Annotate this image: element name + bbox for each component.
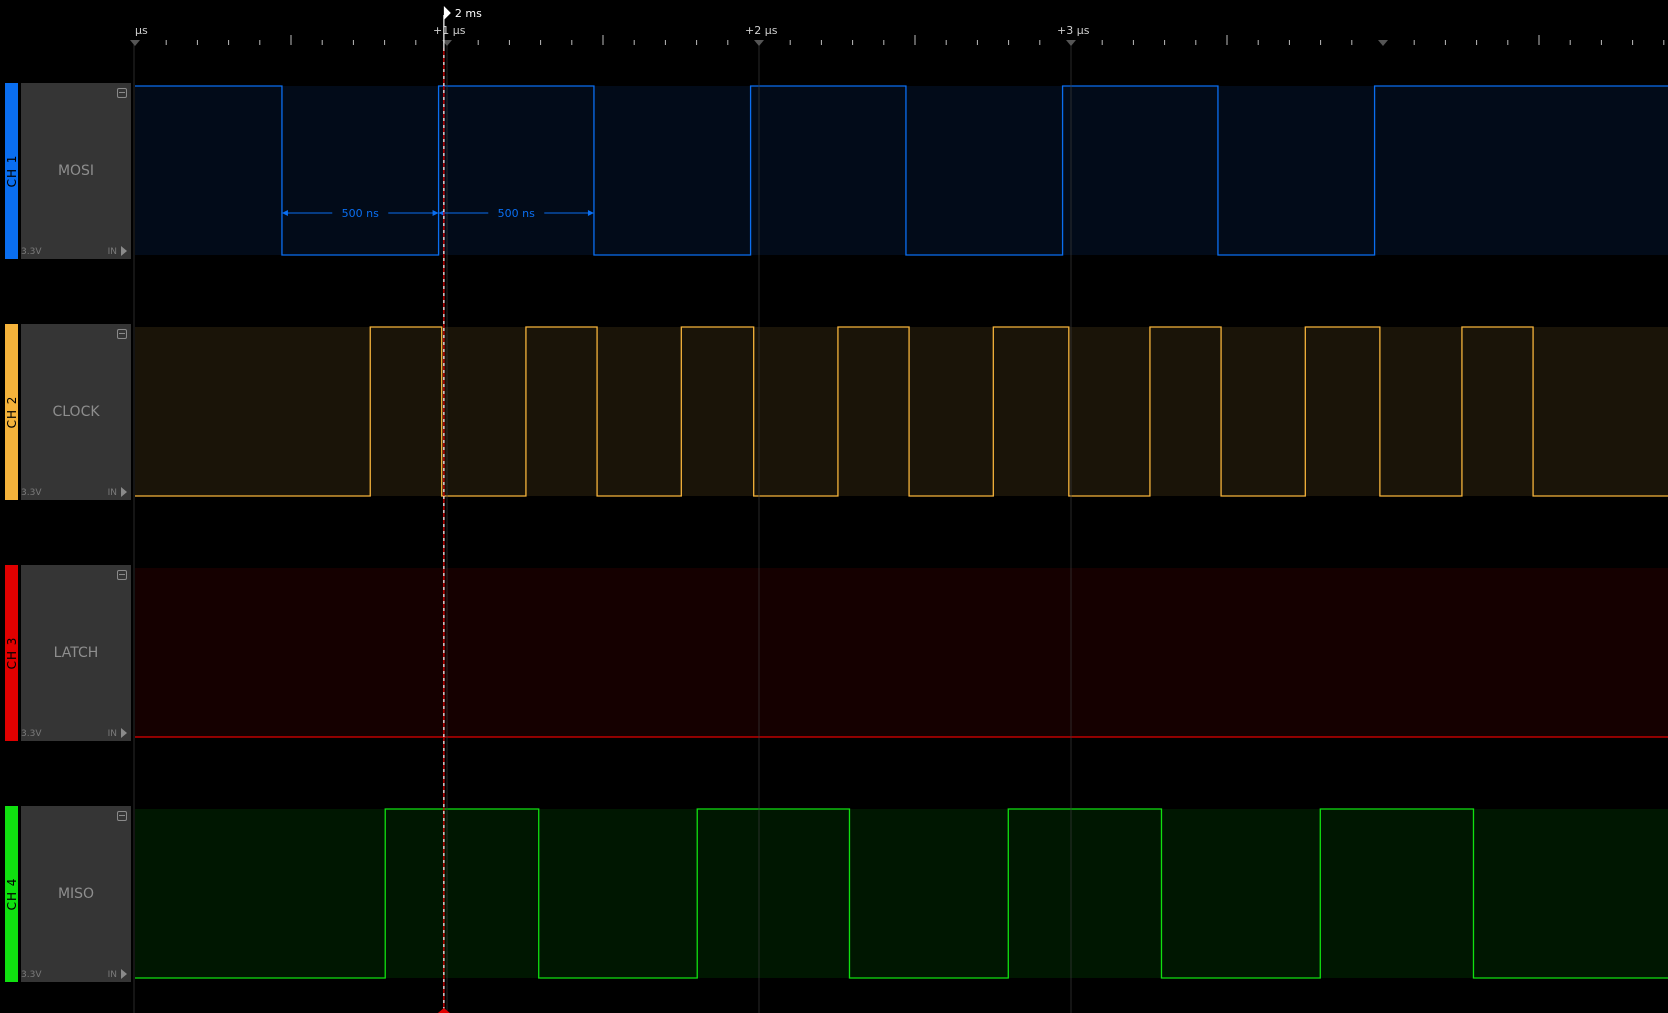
channel-2-lane[interactable] [135, 327, 1668, 496]
major-tick-marker [754, 40, 764, 46]
channel-3-lane[interactable] [135, 568, 1668, 737]
channel-4-strip[interactable]: CH 4 [4, 806, 19, 982]
play-arrow-icon[interactable] [121, 969, 127, 979]
channel-4-voltage: 3.3V [21, 970, 42, 980]
collapse-icon[interactable] [117, 570, 127, 580]
play-arrow-icon[interactable] [121, 728, 127, 738]
channel-4-direction: IN [107, 970, 117, 980]
collapse-icon[interactable] [117, 811, 127, 821]
channel-1-name: MOSI [57, 163, 95, 179]
channel-4-panel[interactable]: MISO 3.3V IN [21, 806, 131, 982]
major-tick-marker [1066, 40, 1076, 46]
channel-2-name: CLOCK [52, 404, 100, 420]
ruler-label: +2 µs [745, 24, 778, 37]
collapse-icon[interactable] [117, 88, 127, 98]
channel-3-panel[interactable]: LATCH 3.3V IN [21, 565, 131, 741]
trigger-flag-icon[interactable] [443, 6, 451, 20]
channel-1-lane[interactable] [135, 86, 1668, 255]
ruler-label: +1 µs [433, 24, 466, 37]
trigger-bottom-marker [437, 1008, 450, 1013]
channel-4-lane[interactable] [135, 809, 1668, 978]
channel-1-panel[interactable]: MOSI 3.3V IN [21, 83, 131, 259]
ruler-label: µs [135, 24, 148, 37]
collapse-icon[interactable] [117, 329, 127, 339]
major-tick-marker [130, 40, 140, 46]
play-arrow-icon[interactable] [121, 487, 127, 497]
channel-4-name: MISO [57, 886, 95, 902]
channel-3-name: LATCH [53, 645, 99, 661]
channel-4-strip-label: CH 4 [4, 877, 19, 911]
channel-3-direction: IN [107, 729, 117, 739]
play-arrow-icon[interactable] [121, 246, 127, 256]
channel-2-voltage: 3.3V [21, 488, 42, 498]
channel-2-panel[interactable]: CLOCK 3.3V IN [21, 324, 131, 500]
channel-3-strip-label: CH 3 [4, 636, 19, 670]
trigger-time-label: 2 ms [455, 7, 482, 20]
channel-1-direction: IN [107, 247, 117, 257]
waveform-area[interactable]: µs +1 µs +2 µs +3 µs 500 ns 500 ns 2 ms [0, 0, 1668, 1013]
measurement-label: 500 ns [498, 207, 535, 220]
channel-1-strip-label: CH 1 [4, 154, 19, 188]
channel-1-voltage: 3.3V [21, 247, 42, 257]
channel-1-strip[interactable]: CH 1 [4, 83, 19, 259]
channel-2-strip[interactable]: CH 2 [4, 324, 19, 500]
measurement-label: 500 ns [342, 207, 379, 220]
major-tick-marker [1378, 40, 1388, 46]
ruler-label: +3 µs [1057, 24, 1090, 37]
channel-2-strip-label: CH 2 [4, 395, 19, 429]
channel-3-voltage: 3.3V [21, 729, 42, 739]
channel-3-strip[interactable]: CH 3 [4, 565, 19, 741]
channel-2-direction: IN [107, 488, 117, 498]
